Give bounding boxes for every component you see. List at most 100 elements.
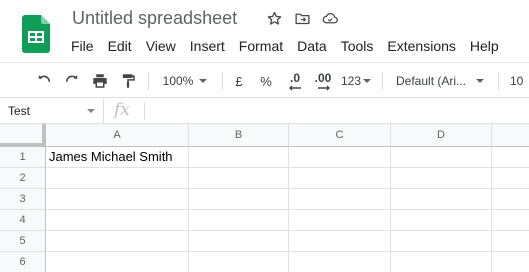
cloud-status-icon[interactable] xyxy=(321,9,339,27)
redo-button[interactable] xyxy=(60,63,84,99)
percent-format-button[interactable]: % xyxy=(255,63,277,99)
toolbar: 100% £ % .0 .00 123 Default (Ari... 10 xyxy=(0,62,529,98)
cell-b6[interactable] xyxy=(189,252,289,272)
cell-c4[interactable] xyxy=(289,210,391,231)
column-header-c[interactable]: C xyxy=(289,124,391,147)
formula-bar: Test fx xyxy=(0,98,529,124)
cell-e5[interactable] xyxy=(492,231,529,252)
cell-e2[interactable] xyxy=(492,168,529,189)
percent-label: % xyxy=(260,73,272,89)
zoom-value: 100% xyxy=(162,74,194,88)
font-size-select[interactable]: 10 xyxy=(504,63,529,99)
currency-format-button[interactable]: £ xyxy=(228,63,250,99)
row-header-6[interactable]: 6 xyxy=(0,252,46,272)
column-header-a[interactable]: A xyxy=(46,124,189,147)
menu-file[interactable]: File xyxy=(64,37,101,55)
cell-b5[interactable] xyxy=(189,231,289,252)
font-size-value: 10 xyxy=(510,74,524,88)
name-box[interactable]: Test xyxy=(0,98,104,124)
cell-d2[interactable] xyxy=(391,168,492,189)
formula-input[interactable] xyxy=(150,98,529,124)
column-header-d[interactable]: D xyxy=(391,124,492,147)
name-box-value: Test xyxy=(8,104,31,118)
increase-decimals-button[interactable]: .00 xyxy=(310,63,336,99)
cell-a1[interactable]: James Michael Smith xyxy=(46,147,189,168)
row-header-4[interactable]: 4 xyxy=(0,210,46,231)
cell-d1[interactable] xyxy=(391,147,492,168)
document-title[interactable]: Untitled spreadsheet xyxy=(72,8,237,29)
font-family-value: Default (Ari... xyxy=(396,74,467,88)
formula-divider xyxy=(144,102,145,120)
cell-d4[interactable] xyxy=(391,210,492,231)
cell-a6[interactable] xyxy=(46,252,189,272)
spreadsheet-app: Untitled spreadsheet File Edit View Inse… xyxy=(0,0,529,272)
column-header-b[interactable]: B xyxy=(189,124,289,147)
cell-c6[interactable] xyxy=(289,252,391,272)
more-formats-label: 123 xyxy=(340,74,362,88)
sheet-grid: A B C D 1 2 3 4 5 6 James Michael Smith xyxy=(0,124,529,272)
toolbar-divider xyxy=(222,72,223,90)
menu-insert[interactable]: Insert xyxy=(183,37,232,55)
title-icons xyxy=(265,9,339,27)
zoom-select[interactable]: 100% xyxy=(154,63,216,99)
row-header-2[interactable]: 2 xyxy=(0,168,46,189)
toolbar-divider xyxy=(148,72,149,90)
redo-icon xyxy=(65,75,78,82)
column-header-e[interactable] xyxy=(492,124,529,147)
undo-button[interactable] xyxy=(32,63,56,99)
row-header-5[interactable]: 5 xyxy=(0,231,46,252)
cell-c1[interactable] xyxy=(289,147,391,168)
menu-extensions[interactable]: Extensions xyxy=(380,37,462,55)
cell-a4[interactable] xyxy=(46,210,189,231)
cell-c3[interactable] xyxy=(289,189,391,210)
decrease-decimals-label: .0 xyxy=(289,71,300,85)
cell-b1[interactable] xyxy=(189,147,289,168)
star-icon[interactable] xyxy=(265,9,283,27)
menu-edit[interactable]: Edit xyxy=(101,37,139,55)
more-formats-button[interactable]: 123 xyxy=(338,63,374,99)
arrow-right-icon xyxy=(318,85,330,91)
paint-format-button[interactable] xyxy=(116,63,140,99)
fx-icon: fx xyxy=(114,100,130,120)
cell-e4[interactable] xyxy=(492,210,529,231)
undo-icon xyxy=(38,75,51,82)
print-icon xyxy=(93,74,107,88)
menu-tools[interactable]: Tools xyxy=(334,37,381,55)
row-header-3[interactable]: 3 xyxy=(0,189,46,210)
font-family-select[interactable]: Default (Ari... xyxy=(390,63,490,99)
cell-a3[interactable] xyxy=(46,189,189,210)
cell-b2[interactable] xyxy=(189,168,289,189)
chevron-down-icon xyxy=(363,79,372,83)
sheets-logo-icon[interactable] xyxy=(22,15,50,53)
cell-b3[interactable] xyxy=(189,189,289,210)
arrow-left-icon xyxy=(289,85,301,91)
select-all-corner[interactable] xyxy=(0,124,46,147)
menu-format[interactable]: Format xyxy=(232,37,290,55)
menu-view[interactable]: View xyxy=(139,37,183,55)
menu-bar: File Edit View Insert Format Data Tools … xyxy=(64,36,506,56)
currency-label: £ xyxy=(235,73,243,89)
toolbar-divider xyxy=(498,72,499,90)
cell-e3[interactable] xyxy=(492,189,529,210)
cell-e6[interactable] xyxy=(492,252,529,272)
chevron-down-icon xyxy=(87,109,95,113)
row-header-1[interactable]: 1 xyxy=(0,147,46,168)
cell-a5[interactable] xyxy=(46,231,189,252)
toolbar-divider xyxy=(382,72,383,90)
cell-c2[interactable] xyxy=(289,168,391,189)
chevron-down-icon xyxy=(199,79,208,83)
print-button[interactable] xyxy=(88,63,112,99)
move-to-folder-icon[interactable] xyxy=(293,9,311,27)
increase-decimals-label: .00 xyxy=(314,71,332,85)
cell-e1[interactable] xyxy=(492,147,529,168)
cell-c5[interactable] xyxy=(289,231,391,252)
menu-data[interactable]: Data xyxy=(290,37,334,55)
cell-b4[interactable] xyxy=(189,210,289,231)
cell-d3[interactable] xyxy=(391,189,492,210)
chevron-down-icon xyxy=(476,79,485,83)
cell-d5[interactable] xyxy=(391,231,492,252)
decrease-decimals-button[interactable]: .0 xyxy=(283,63,307,99)
menu-help[interactable]: Help xyxy=(463,37,506,55)
cell-a2[interactable] xyxy=(46,168,189,189)
cell-d6[interactable] xyxy=(391,252,492,272)
